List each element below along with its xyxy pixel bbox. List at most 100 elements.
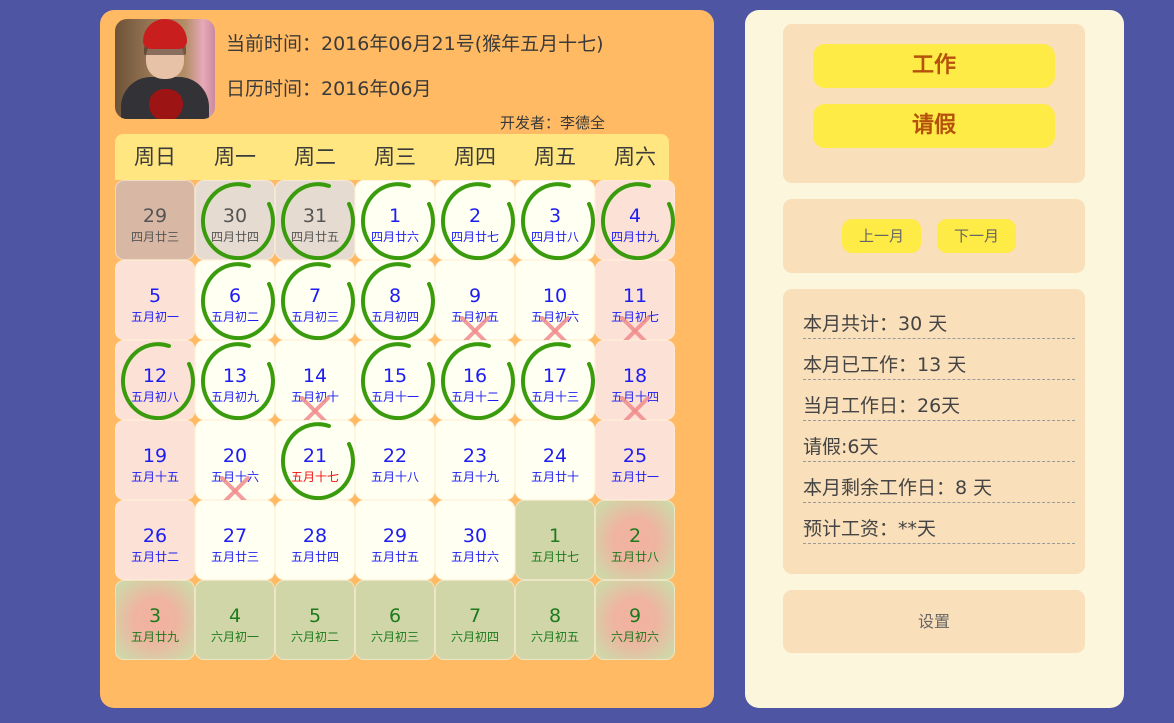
lunar-date: 五月廿六 [450,550,499,564]
lunar-date: 五月廿七 [530,550,579,564]
day-cell[interactable]: 24 五月廿十 [515,420,595,500]
stat-leave-days: 请假:6天 [803,428,1075,462]
day-cell[interactable]: 14 五月初十 [275,340,355,420]
lunar-date: 五月廿一 [610,470,659,484]
day-cell[interactable]: 18 五月十四 [595,340,675,420]
lunar-date: 五月廿九 [130,630,179,644]
day-number: 21 [302,445,328,467]
day-cell[interactable]: 11 五月初七 [595,260,675,340]
day-cell[interactable]: 7 六月初四 [435,580,515,660]
control-panel: 工作 请假 上一月 下一月 本月共计：30 天 本月已工作：13 天 当月工作日… [745,10,1124,708]
calendar-time-text: 日历时间：2016年06月 [226,78,432,100]
day-number: 2 [628,525,642,547]
leave-button[interactable]: 请假 [813,104,1055,148]
weekday-fri: 周五 [534,145,576,169]
day-cell[interactable]: 10 五月初六 [515,260,595,340]
lunar-date: 六月初一 [210,630,259,644]
lunar-date: 五月十八 [370,470,419,484]
stats-box: 本月共计：30 天 本月已工作：13 天 当月工作日：26天 请假:6天 本月剩… [783,289,1085,574]
day-number: 29 [142,205,168,227]
day-cell[interactable]: 6 五月初二 [195,260,275,340]
day-cell[interactable]: 13 五月初九 [195,340,275,420]
day-cell[interactable]: 31 四月廿五 [275,180,355,260]
day-number: 19 [142,445,168,467]
lunar-date: 四月廿五 [290,230,339,244]
weekday-sat: 周六 [614,145,656,169]
day-number: 7 [468,605,482,627]
day-cell[interactable]: 22 五月十八 [355,420,435,500]
day-cell[interactable]: 3 五月廿九 [115,580,195,660]
day-cell[interactable]: 8 六月初五 [515,580,595,660]
next-month-button[interactable]: 下一月 [937,219,1016,253]
day-number: 5 [148,285,162,307]
weekday-tue: 周二 [294,145,336,169]
work-button[interactable]: 工作 [813,44,1055,88]
stat-remaining-workdays: 本月剩余工作日：8 天 [803,469,1075,503]
lunar-date: 五月十二 [450,390,499,404]
day-cell[interactable]: 17 五月十三 [515,340,595,420]
day-number: 30 [462,525,488,547]
day-cell[interactable]: 8 五月初四 [355,260,435,340]
lunar-date: 五月十三 [530,390,579,404]
lunar-date: 六月初三 [370,630,419,644]
lunar-date: 六月初二 [290,630,339,644]
lunar-date: 五月十四 [610,390,659,404]
calendar-grid: 29 四月廿三 30 四月廿四 31 四月廿五 1 四月廿六 2 四月廿七 3 四月廿八 4 四月廿九 5 五… [115,180,675,660]
day-cell[interactable]: 15 五月十一 [355,340,435,420]
developer-avatar [115,19,215,119]
day-number: 29 [382,525,408,547]
day-cell[interactable]: 3 四月廿八 [515,180,595,260]
day-cell[interactable]: 4 四月廿九 [595,180,675,260]
day-cell[interactable]: 2 四月廿七 [435,180,515,260]
day-cell[interactable]: 23 五月十九 [435,420,515,500]
day-cell[interactable]: 7 五月初三 [275,260,355,340]
day-cell[interactable]: 30 五月廿六 [435,500,515,580]
day-cell[interactable]: 29 四月廿三 [115,180,195,260]
day-cell[interactable]: 27 五月廿三 [195,500,275,580]
day-number: 14 [302,365,328,387]
weekday-wed: 周三 [374,145,416,169]
day-cell[interactable]: 28 五月廿四 [275,500,355,580]
day-cell[interactable]: 1 四月廿六 [355,180,435,260]
lunar-date: 四月廿四 [210,230,259,244]
stat-estimated-salary: 预计工资：**天 [803,510,1075,544]
lunar-date: 五月廿三 [210,550,259,564]
day-cell[interactable]: 25 五月廿一 [595,420,675,500]
day-cell[interactable]: 4 六月初一 [195,580,275,660]
day-cell[interactable]: 6 六月初三 [355,580,435,660]
day-cell[interactable]: 20 五月十六 [195,420,275,500]
prev-month-button[interactable]: 上一月 [842,219,921,253]
day-cell[interactable]: 19 五月十五 [115,420,195,500]
day-cell[interactable]: 5 六月初二 [275,580,355,660]
day-cell[interactable]: 9 五月初五 [435,260,515,340]
day-cell[interactable]: 5 五月初一 [115,260,195,340]
day-number: 5 [308,605,322,627]
day-cell[interactable]: 12 五月初八 [115,340,195,420]
lunar-date: 六月初六 [610,630,659,644]
day-number: 1 [548,525,562,547]
day-cell[interactable]: 1 五月廿七 [515,500,595,580]
day-cell[interactable]: 29 五月廿五 [355,500,435,580]
day-cell[interactable]: 26 五月廿二 [115,500,195,580]
lunar-date: 四月廿九 [610,230,659,244]
day-number: 6 [388,605,402,627]
weekday-sun: 周日 [134,145,176,169]
day-cell-today[interactable]: 21 五月十七 [275,420,355,500]
day-cell[interactable]: 9 六月初六 [595,580,675,660]
lunar-date: 五月廿八 [610,550,659,564]
day-number: 17 [542,365,568,387]
day-number: 11 [622,285,648,307]
lunar-date: 五月初八 [130,390,179,404]
stat-workdays-in-month: 当月工作日：26天 [803,387,1075,421]
day-number: 8 [388,285,402,307]
day-number: 30 [222,205,248,227]
avatar-hat [143,19,187,49]
day-number: 13 [222,365,248,387]
weekday-thu: 周四 [454,145,496,169]
day-cell[interactable]: 30 四月廿四 [195,180,275,260]
settings-button[interactable]: 设置 [783,590,1085,653]
lunar-date: 五月十五 [130,470,179,484]
day-cell[interactable]: 2 五月廿八 [595,500,675,580]
day-cell[interactable]: 16 五月十二 [435,340,515,420]
lunar-date: 五月十一 [370,390,419,404]
